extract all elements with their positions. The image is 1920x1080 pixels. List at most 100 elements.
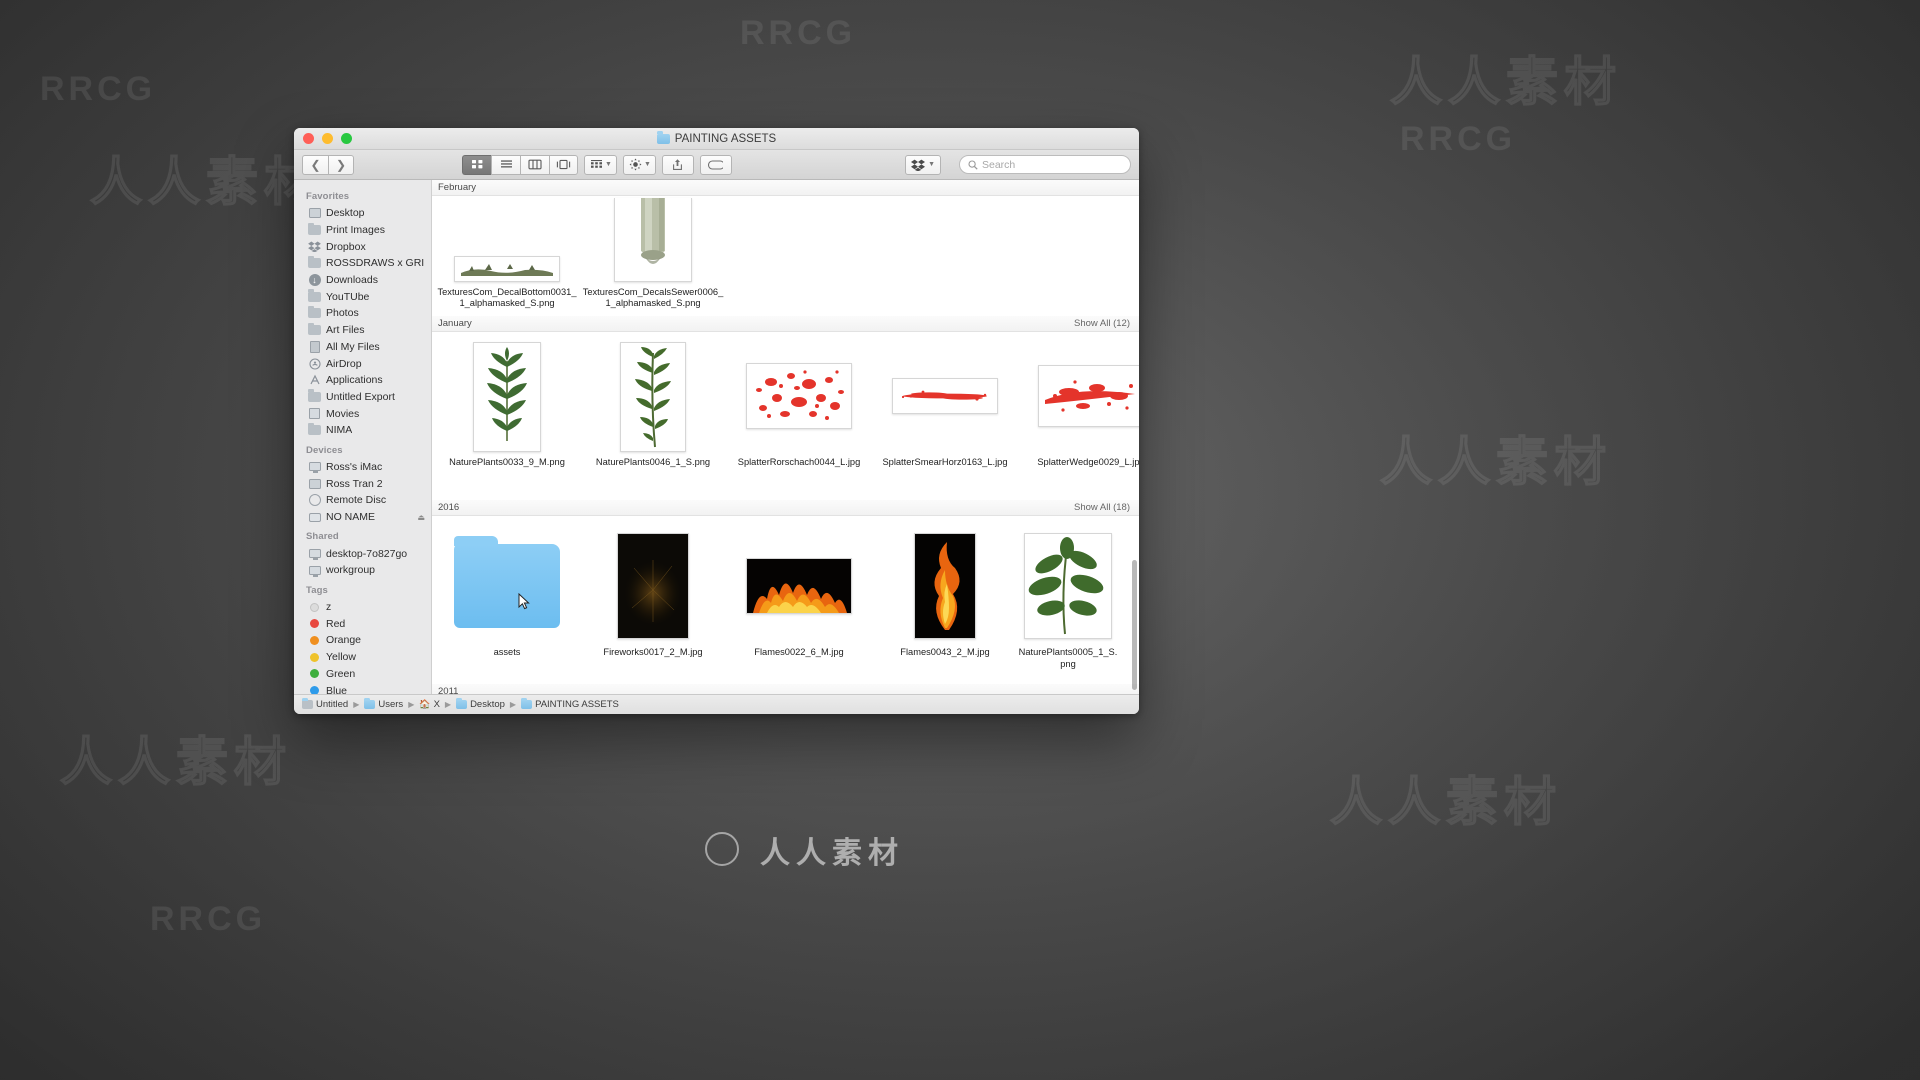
eject-icon[interactable]: ⏏: [417, 513, 425, 522]
file-thumbnail: [1038, 365, 1139, 427]
sidebar-item-label: AirDrop: [326, 357, 362, 370]
file-item[interactable]: NaturePlants0005_1_S.png: [1018, 530, 1118, 678]
section-body-2016: assets Fireworks0017_2_M.jpg Flames0022_…: [432, 516, 1139, 684]
file-item[interactable]: Flames0043_2_M.jpg: [872, 530, 1018, 678]
sidebar-item-print-images[interactable]: Print Images: [294, 222, 431, 239]
sidebar-item-ross-tran-2[interactable]: Ross Tran 2: [294, 475, 431, 492]
sidebar-item-no-name[interactable]: NO NAME ⏏: [294, 509, 431, 526]
breadcrumb-separator: ▶: [353, 700, 360, 709]
gallery-view-button[interactable]: [549, 154, 578, 175]
icon-view-button[interactable]: [462, 154, 491, 175]
sidebar-item-dropbox[interactable]: Dropbox: [294, 238, 431, 255]
file-name: TexturesCom_DecalsSewer0006_1_alphamaske…: [582, 286, 724, 309]
sidebar-section-favorites: Favorites: [306, 191, 350, 202]
tag-dot-icon: [308, 617, 321, 630]
tag-dot-icon: [308, 684, 321, 694]
breadcrumb-painting-assets[interactable]: PAINTING ASSETS: [521, 697, 619, 710]
vertical-scrollbar[interactable]: [1132, 560, 1137, 690]
file-item[interactable]: TexturesCom_DecalsSewer0006_1_alphamaske…: [580, 197, 726, 310]
path-bar: Untitled ▶ Users ▶ 🏠 X ▶ Desktop ▶ PAINT…: [294, 694, 1139, 714]
arrange-button[interactable]: ▼: [584, 154, 617, 175]
sidebar-item-label: Ross Tran 2: [326, 477, 383, 490]
list-view-button[interactable]: [491, 154, 520, 175]
sidebar-item-all-my-files[interactable]: All My Files: [294, 339, 431, 356]
search-input[interactable]: Search: [959, 155, 1131, 174]
show-all-link[interactable]: Show All (12): [1074, 318, 1130, 329]
section-title: 2011: [438, 686, 459, 694]
sidebar-item-label: ROSSDRAWS x GRIFFIN: [326, 257, 425, 270]
sidebar-item-workgroup[interactable]: workgroup: [294, 562, 431, 579]
sidebar-item-downloads[interactable]: ↓ Downloads: [294, 272, 431, 289]
folder-icon: [308, 222, 321, 237]
sidebar[interactable]: Favorites Desktop Print Images Dropbox R…: [294, 180, 432, 694]
file-item[interactable]: SplatterSmearHorz0163_L.jpg: [872, 340, 1018, 494]
arrange-icon: [591, 160, 602, 168]
file-name: Flames0022_6_M.jpg: [754, 647, 844, 657]
sidebar-item-rosss-imac[interactable]: Ross's iMac: [294, 459, 431, 476]
breadcrumb-label: PAINTING ASSETS: [535, 699, 619, 710]
sidebar-item-nima[interactable]: NIMA: [294, 422, 431, 439]
sidebar-item-remote-disc[interactable]: Remote Disc: [294, 492, 431, 509]
file-thumbnail: [473, 342, 541, 452]
breadcrumb-users[interactable]: Users: [364, 697, 404, 710]
movies-icon: [308, 407, 321, 420]
sidebar-item-photos[interactable]: Photos: [294, 305, 431, 322]
sidebar-tag-orange[interactable]: Orange: [294, 632, 431, 649]
sidebar-tag-yellow[interactable]: Yellow: [294, 649, 431, 666]
sidebar-item-airdrop[interactable]: AirDrop: [294, 355, 431, 372]
sidebar-item-movies[interactable]: Movies: [294, 405, 431, 422]
section-title: 2016: [438, 502, 460, 513]
sidebar-tag-red[interactable]: Red: [294, 615, 431, 632]
file-item[interactable]: Fireworks0017_2_M.jpg: [580, 530, 726, 678]
file-thumbnail: [620, 342, 686, 452]
mouse-cursor: [518, 593, 530, 610]
folder-icon: [308, 255, 321, 270]
sidebar-tag-z[interactable]: z: [294, 599, 431, 616]
sidebar-item-desktop[interactable]: Desktop: [294, 205, 431, 222]
sidebar-item-desktop-7o827go[interactable]: desktop-7o827go: [294, 545, 431, 562]
file-item[interactable]: NaturePlants0046_1_S.png: [580, 340, 726, 494]
tag-button[interactable]: [699, 154, 732, 175]
sidebar-section-tags: Tags: [306, 584, 328, 596]
sidebar-item-rossdraws-x-griffin[interactable]: ROSSDRAWS x GRIFFIN: [294, 255, 431, 272]
applications-icon: [308, 374, 321, 387]
file-item[interactable]: SplatterRorschach0044_L.jpg: [726, 340, 872, 494]
file-item[interactable]: assets: [434, 530, 580, 678]
breadcrumb-separator: ▶: [408, 700, 415, 709]
file-thumbnail: [746, 558, 852, 614]
sidebar-item-untitled-export[interactable]: Untitled Export: [294, 389, 431, 406]
forward-button[interactable]: ❯: [328, 154, 354, 175]
file-item[interactable]: SplatterWedge0029_L.jpg: [1018, 340, 1139, 494]
sidebar-item-label: NIMA: [326, 424, 353, 437]
sidebar-item-label: Print Images: [326, 224, 385, 237]
breadcrumb-desktop[interactable]: Desktop: [456, 697, 505, 710]
breadcrumb-separator: ▶: [444, 700, 452, 709]
sidebar-tag-green[interactable]: Green: [294, 666, 431, 683]
action-button[interactable]: ▼: [622, 154, 656, 175]
folder-icon: [308, 389, 321, 403]
file-item[interactable]: NaturePlants0033_9_M.png: [434, 340, 580, 494]
back-button[interactable]: ❮: [302, 154, 328, 175]
sidebar-item-applications[interactable]: Applications: [294, 372, 431, 389]
dropbox-button[interactable]: ▼: [905, 154, 941, 175]
sidebar-item-label: Movies: [326, 407, 360, 420]
folder-icon: [656, 131, 670, 144]
breadcrumb-x[interactable]: 🏠 X: [419, 699, 440, 710]
breadcrumb-untitled[interactable]: Untitled: [302, 697, 348, 710]
sidebar-item-art-files[interactable]: Art Files: [294, 322, 431, 339]
sidebar-item-youtube[interactable]: YouTUbe: [294, 288, 431, 305]
section-title: January: [438, 318, 472, 329]
column-view-button[interactable]: [520, 154, 549, 175]
folder-icon: [454, 536, 560, 628]
drive-icon: [302, 697, 313, 709]
breadcrumb-label: Users: [378, 699, 404, 710]
tag-dot-icon: [308, 667, 321, 680]
file-item[interactable]: TexturesCom_DecalBottom0031_1_alphamaske…: [434, 198, 580, 310]
sidebar-tag-blue[interactable]: Blue: [294, 682, 431, 694]
section-header-january: January Show All (12): [432, 316, 1139, 332]
file-browser-content[interactable]: February TexturesCom_DecalBottom0031_1_a…: [432, 180, 1139, 694]
show-all-link[interactable]: Show All (18): [1074, 502, 1130, 513]
file-item[interactable]: Flames0022_6_M.jpg: [726, 530, 872, 678]
sidebar-item-label: NO NAME: [326, 511, 376, 524]
share-button[interactable]: [661, 154, 694, 175]
